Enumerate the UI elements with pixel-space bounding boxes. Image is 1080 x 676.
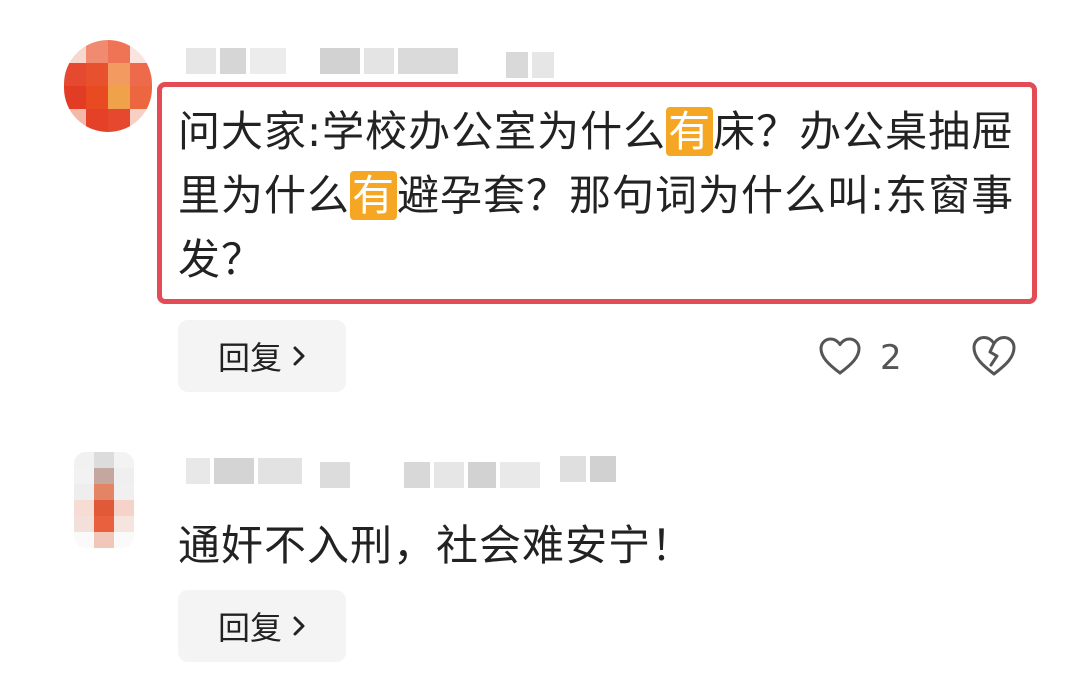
broken-heart-icon[interactable] <box>970 334 1018 382</box>
reply-button[interactable]: 回复 <box>178 590 346 662</box>
like-button[interactable]: 2 <box>818 334 902 382</box>
avatar[interactable] <box>64 40 152 132</box>
comment-text: 通奸不入刑，社会难安宁！ <box>178 521 695 570</box>
reply-button[interactable]: 回复 <box>178 320 346 392</box>
like-count: 2 <box>880 338 902 378</box>
highlighted-word: 有 <box>350 171 398 220</box>
reply-label: 回复 <box>217 339 282 377</box>
chevron-right-icon <box>292 615 306 637</box>
user-meta-blurred <box>320 48 460 74</box>
comment-text: 问大家:学校办公室为什么有床？办公桌抽屉里为什么有避孕套？那句词为什么叫:东窗事… <box>178 100 1028 292</box>
timestamp-blurred <box>506 52 556 78</box>
timestamp-blurred <box>560 456 624 482</box>
avatar[interactable] <box>74 452 134 548</box>
comment-text-part: 问大家:学校办公室为什么 <box>178 107 667 156</box>
comment-item: 问大家:学校办公室为什么有床？办公桌抽屉里为什么有避孕套？那句词为什么叫:东窗事… <box>0 0 1080 420</box>
chevron-right-icon <box>292 345 306 367</box>
username-blurred[interactable] <box>186 458 306 484</box>
username-blurred[interactable] <box>186 48 286 74</box>
comment-item: 通奸不入刑，社会难安宁！ 回复 <box>0 420 1080 676</box>
heart-outline-icon <box>818 336 862 380</box>
user-meta-blurred <box>404 462 564 488</box>
highlighted-word: 有 <box>666 107 714 156</box>
user-meta-blurred <box>320 462 360 488</box>
reply-label: 回复 <box>217 609 282 647</box>
